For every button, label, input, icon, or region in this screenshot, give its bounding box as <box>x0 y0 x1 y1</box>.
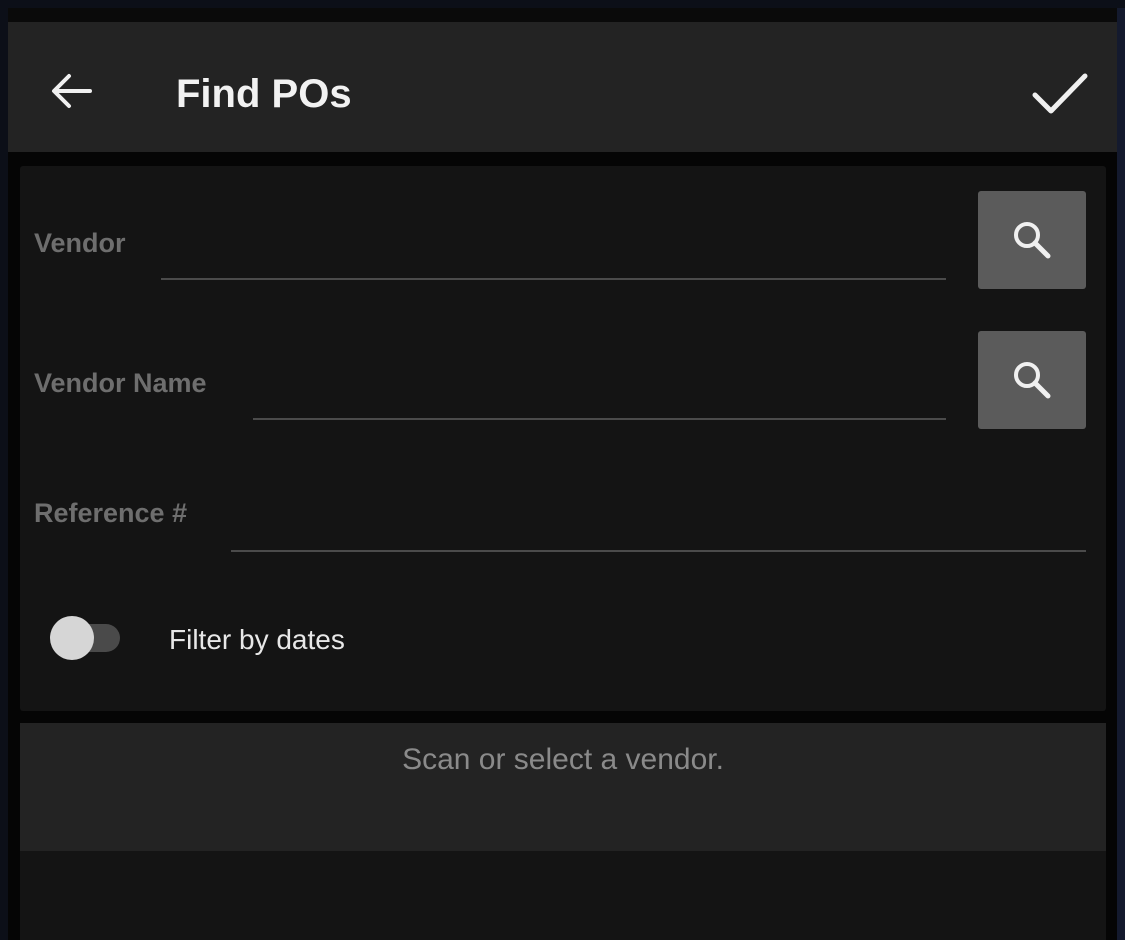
filter-by-dates-label: Filter by dates <box>169 624 345 655</box>
screen-edge <box>1117 8 1125 940</box>
app-bar: Find POs <box>8 22 1117 152</box>
results-area <box>20 851 1106 940</box>
confirm-button[interactable] <box>1028 64 1092 124</box>
filter-by-dates-toggle[interactable] <box>40 613 122 661</box>
vendor-name-label: Vendor Name <box>34 368 207 398</box>
status-message: Scan or select a vendor. <box>402 743 724 776</box>
vendor-search-button[interactable] <box>978 191 1086 289</box>
page-title: Find POs <box>176 72 352 116</box>
status-message-bar: Scan or select a vendor. <box>20 723 1106 851</box>
arrow-left-icon <box>52 74 92 108</box>
reference-field[interactable] <box>231 516 1086 552</box>
vendor-name-search-button[interactable] <box>978 331 1086 429</box>
vendor-name-field[interactable] <box>253 384 946 420</box>
search-icon <box>1014 222 1051 259</box>
check-icon <box>1032 73 1088 114</box>
vendor-field[interactable] <box>161 244 946 280</box>
reference-label: Reference # <box>34 498 188 528</box>
toggle-thumb <box>50 616 94 660</box>
search-form: Vendor Vendor Name Reference # Filter by… <box>20 166 1106 711</box>
vendor-label: Vendor <box>34 228 126 258</box>
back-button[interactable] <box>46 66 96 116</box>
search-icon <box>1014 362 1051 399</box>
status-bar <box>8 8 1117 22</box>
app-screen: Find POs Vendor Vendor Name Reference # … <box>8 8 1125 940</box>
